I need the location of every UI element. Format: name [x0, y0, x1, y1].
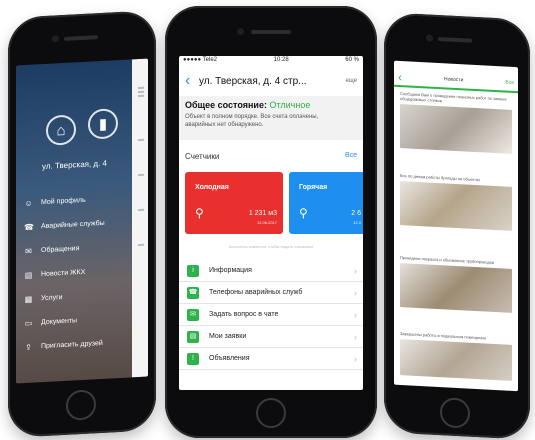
menu-item-profile[interactable]: ☺ Мой профиль	[24, 196, 86, 209]
front-camera	[52, 35, 59, 43]
speaker	[251, 30, 291, 34]
tap-icon: ⚲	[195, 206, 204, 220]
right-phone: ‹ Новости Все Сообщаем Вам о проведении …	[384, 12, 530, 440]
user-icon: ☺	[24, 198, 33, 209]
menu-label: Пригласить друзей	[41, 339, 103, 351]
list-item-info[interactable]: i Информация ›	[179, 260, 363, 282]
share-icon: ⇪	[25, 342, 32, 352]
meter-card-hot[interactable]: Горячая ⚲ 2 6 12.0	[289, 172, 363, 234]
list-item-announcements[interactable]: ! Объявления ›	[179, 348, 363, 370]
state-value: Отличное	[269, 100, 311, 110]
meter-value: 2 6	[351, 210, 361, 217]
menu-item-documents[interactable]: ▭ Документы	[24, 316, 77, 328]
meters-hint: Коснитесь значения, чтобы подать показан…	[228, 244, 314, 249]
home-button[interactable]	[256, 398, 286, 428]
menu-item-emergency[interactable]: ☎ Аварийные службы	[24, 219, 105, 232]
news-screen: ‹ Новости Все Сообщаем Вам о проведении …	[394, 60, 518, 392]
phone-icon: ☎	[187, 286, 199, 299]
menu-item-requests[interactable]: ✉ Обращения	[24, 244, 79, 256]
news-all-button[interactable]: Все	[505, 80, 514, 86]
state-label: Общее состояние: Отличное	[185, 100, 310, 110]
chevron-right-icon: ›	[354, 265, 357, 276]
news-icon: ▤	[24, 270, 33, 281]
home-icon[interactable]: ⌂	[46, 114, 76, 146]
center-phone: ●●●●● Tele2 10:28 60 % ‹ ул. Тверская, д…	[165, 6, 377, 438]
news-photo	[400, 181, 512, 231]
list-item-requests[interactable]: ▤ Мои заявки ›	[179, 326, 363, 348]
more-button[interactable]: еще	[345, 78, 357, 84]
speaker	[64, 35, 98, 41]
state-panel: Общее состояние: Отличное Объект в полно…	[179, 96, 363, 140]
chat-icon: ✉	[187, 308, 199, 321]
news-post[interactable]: Проведена покраска и обновление трубопро…	[400, 255, 512, 313]
front-camera	[426, 34, 433, 42]
meter-date: 12.0	[353, 220, 361, 225]
list-label: Информация	[209, 267, 252, 274]
news-post[interactable]: Все по делам работы бригады на объектах	[400, 173, 512, 231]
menu-item-invite[interactable]: ⇪ Пригласить друзей	[24, 339, 103, 352]
side-menu-screen: ⌂ ▮ ул. Тверская, д. 4 ☺ Мой профиль ☎ А…	[16, 58, 148, 384]
back-chevron-icon[interactable]: ‹	[185, 72, 199, 90]
list-label: Задать вопрос в чате	[209, 311, 279, 318]
news-post[interactable]: Сообщаем Вам о проведении плановых работ…	[400, 91, 512, 154]
chevron-right-icon: ›	[354, 331, 357, 342]
meter-date: 12.06.2017	[256, 220, 277, 225]
chevron-right-icon: ›	[354, 287, 357, 298]
grid-icon: ▦	[24, 294, 33, 305]
address-label[interactable]: ул. Тверская, д. 4	[42, 159, 107, 171]
clock: 10:28	[273, 57, 289, 63]
menu-label: Документы	[41, 317, 78, 327]
list-label: Объявления	[209, 355, 250, 362]
meter-name: Горячая	[299, 184, 328, 191]
page-title: ул. Тверская, д. 4 стр...	[199, 75, 307, 87]
meters-all-link[interactable]: Все	[345, 152, 357, 159]
announcement-icon: !	[187, 352, 199, 365]
info-icon: i	[187, 264, 199, 277]
news-nav-bar: ‹ Новости Все	[394, 68, 518, 94]
news-post[interactable]: Завершены работы в подвальном помещении	[400, 331, 512, 381]
list-item-phones[interactable]: ☎ Телефоны аварийных служб ›	[179, 282, 363, 304]
news-photo	[400, 339, 512, 381]
list-label: Мои заявки	[209, 333, 247, 340]
menu-label: Мой профиль	[41, 196, 86, 207]
meter-card-cold[interactable]: Холодная ⚲ 1 231 м3 12.06.2017	[185, 172, 283, 234]
list-item-chat[interactable]: ✉ Задать вопрос в чате ›	[179, 304, 363, 326]
carrier: ●●●●● Tele2	[183, 57, 218, 63]
front-camera	[237, 28, 244, 35]
list-label: Телефоны аварийных служб	[209, 289, 303, 296]
menu-label: Аварийные службы	[41, 219, 105, 231]
chevron-right-icon: ›	[354, 309, 357, 320]
chat-icon: ✉	[25, 246, 32, 256]
left-phone: ⌂ ▮ ул. Тверская, д. 4 ☺ Мой профиль ☎ А…	[8, 10, 156, 438]
clipboard-icon: ▤	[187, 330, 199, 343]
document-icon: ▭	[24, 318, 33, 329]
news-photo	[400, 263, 512, 313]
menu-label: Услуги	[41, 294, 63, 303]
state-description: Объект в полном порядке. Все счета оплач…	[185, 114, 319, 128]
menu-item-news[interactable]: ▤ Новости ЖКХ	[24, 268, 86, 281]
tap-icon: ⚲	[299, 206, 308, 220]
chevron-right-icon: ›	[354, 353, 357, 364]
state-label-text: Общее состояние:	[185, 100, 267, 110]
battery: 60 %	[345, 57, 359, 63]
news-title: Новости	[444, 76, 464, 84]
speaker	[438, 37, 472, 43]
news-photo	[400, 104, 512, 154]
home-button[interactable]	[66, 389, 96, 421]
menu-item-services[interactable]: ▦ Услуги	[24, 293, 63, 304]
nav-bar: ‹ ул. Тверская, д. 4 стр... еще	[179, 70, 363, 92]
object-screen: ●●●●● Tele2 10:28 60 % ‹ ул. Тверская, д…	[179, 56, 363, 390]
menu-label: Новости ЖКХ	[41, 268, 86, 279]
phone-icon: ☎	[24, 222, 34, 233]
meter-value: 1 231 м3	[248, 210, 277, 217]
menu-label: Обращения	[41, 245, 80, 255]
meters-header: Счетчики	[185, 152, 220, 161]
home-button[interactable]	[440, 397, 470, 429]
building-icon[interactable]: ▮	[88, 108, 118, 140]
menu-strip	[132, 58, 148, 378]
status-bar: ●●●●● Tele2 10:28 60 %	[179, 56, 363, 66]
meter-name: Холодная	[195, 184, 229, 191]
